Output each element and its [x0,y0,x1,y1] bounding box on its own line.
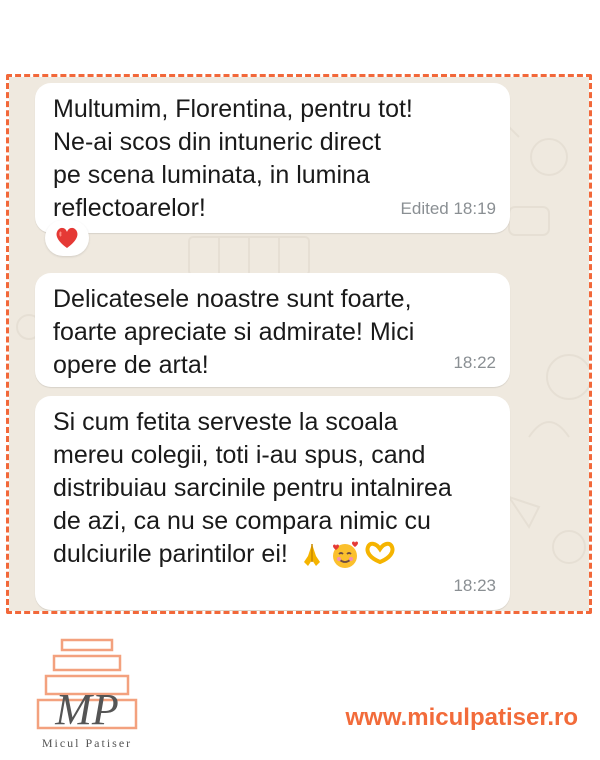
heart-emoji [56,227,78,248]
message-text-2-highlight: foarte apreciate [53,318,227,346]
logo-monogram: MP [54,685,119,734]
message-bubble-1[interactable]: Multumim, Florentina, pentru tot! Ne-ai … [35,83,510,233]
reaction-badge[interactable] [45,220,89,256]
message-text-2: Delicatesele noastre sunt foarte, foarte… [53,283,492,382]
emoji-row [298,540,396,570]
folded-hands-emoji [303,544,320,567]
website-link[interactable]: www.miculpatiser.ro [345,704,578,732]
message-text-2-start: Delicatesele noastre sunt foarte, [53,285,412,313]
smiling-face-with-hearts-emoji [332,541,358,569]
message-bubble-3[interactable]: Si cum fetita serveste la scoala mereu c… [35,396,510,610]
logo-name: Micul Patiser [41,736,133,750]
message-bubble-2[interactable]: Delicatesele noastre sunt foarte, foarte… [35,273,510,387]
chat-area[interactable]: Multumim, Florentina, pentru tot! Ne-ai … [9,77,589,611]
message-time-3: 18:23 [453,576,496,595]
message-text-3: Si cum fetita serveste la scoala mereu c… [53,406,492,571]
message-time-2: 18:22 [453,353,496,372]
micul-patiser-logo: MP [36,638,138,734]
heart-hands-emoji [365,542,395,565]
message-time-1: Edited 18:19 [400,199,496,218]
